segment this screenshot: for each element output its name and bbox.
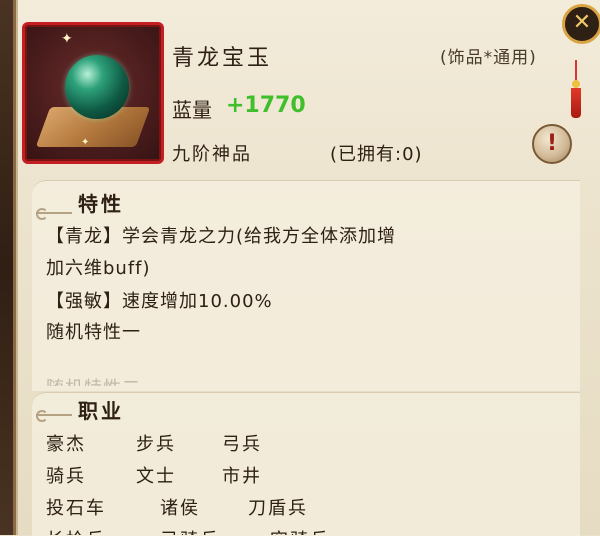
traits-heading: 特性 (78, 192, 124, 216)
item-name: 青龙宝玉 (172, 46, 273, 71)
job-tag: 步兵 (136, 434, 176, 455)
jobs-heading: 职业 (78, 399, 124, 423)
owned-count: (已拥有:0) (330, 144, 423, 165)
jade-orb-icon (65, 55, 129, 119)
heading-ornament (36, 410, 76, 422)
tassel-decoration (570, 60, 582, 120)
stat-value: +1770 (226, 93, 306, 118)
trait-line: 随机特性一 (46, 322, 141, 343)
trait-line: 随机特性二 (46, 374, 141, 386)
stat-label: 蓝量 (172, 98, 212, 122)
job-tag: 豪杰 (46, 434, 86, 455)
item-category: (饰品*通用) (440, 48, 537, 68)
left-border-strip (0, 0, 16, 535)
job-tag: 文士 (136, 466, 176, 487)
job-tag: 弓骑兵 (160, 526, 220, 535)
job-tag: 骑兵 (46, 466, 86, 487)
sparkle-icon: ✦ (81, 137, 90, 148)
heading-ornament (36, 208, 76, 220)
job-tag: 弓兵 (222, 434, 262, 455)
item-grade: 九阶神品 (172, 144, 252, 165)
job-tag: 突骑兵 (270, 526, 330, 535)
job-tag: 长枪兵 (46, 526, 106, 535)
trait-line: 【强敏】速度增加10.00% (46, 291, 273, 312)
job-tag: 刀盾兵 (248, 498, 308, 519)
exclamation-icon[interactable]: ! (532, 124, 572, 164)
trait-line: 【青龙】学会青龙之力(给我方全体添加增 (46, 226, 397, 247)
item-icon-frame: ✦ ✦ (22, 22, 164, 164)
close-x-icon: ✕ (562, 4, 600, 44)
job-tag: 市井 (222, 466, 262, 487)
trait-line: 加六维buff) (46, 258, 151, 279)
job-tag: 诸侯 (160, 498, 200, 519)
job-tag: 投石车 (46, 498, 106, 519)
sparkle-icon: ✦ (61, 31, 73, 47)
close-button[interactable]: ✕ (558, 0, 600, 60)
